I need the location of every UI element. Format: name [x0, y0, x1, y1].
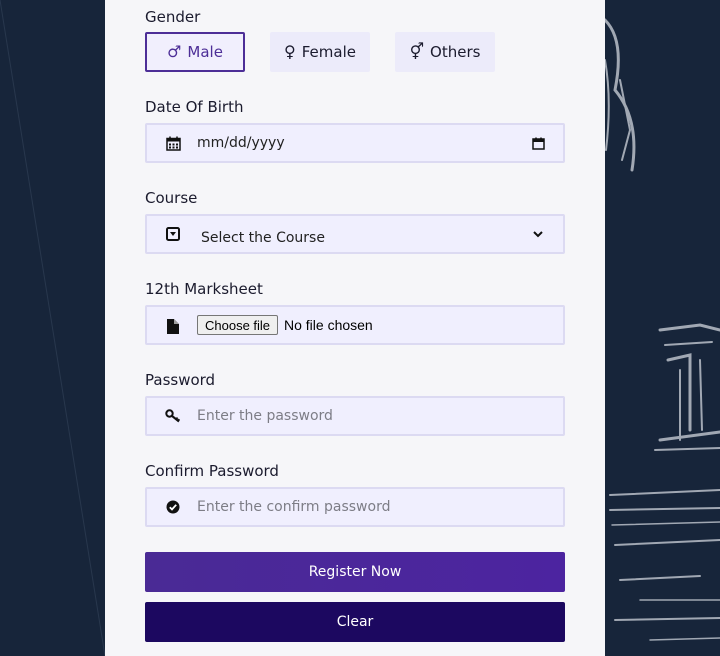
- dob-value: mm/dd/yyyy: [197, 135, 285, 151]
- marksheet-file-field: Choose file No file chosen: [145, 305, 565, 345]
- password-input[interactable]: Enter the password: [145, 396, 565, 436]
- register-now-button[interactable]: Register Now: [145, 552, 565, 592]
- confirm-password-placeholder: Enter the confirm password: [197, 499, 391, 515]
- key-icon: [165, 408, 181, 424]
- dob-input[interactable]: mm/dd/yyyy: [145, 123, 565, 163]
- gender-others-label: Others: [430, 43, 481, 61]
- gender-male-label: Male: [187, 43, 223, 61]
- dob-label: Date Of Birth: [145, 98, 244, 116]
- choose-file-button[interactable]: Choose file: [197, 315, 279, 335]
- gender-male-button[interactable]: ♂ Male: [145, 32, 245, 72]
- file-icon: [165, 318, 181, 334]
- password-placeholder: Enter the password: [197, 408, 333, 424]
- calendar-picker-icon[interactable]: [531, 136, 545, 150]
- file-status: No file chosen: [284, 317, 373, 333]
- marksheet-label: 12th Marksheet: [145, 280, 263, 298]
- chevron-down-icon: [531, 227, 545, 241]
- gender-female-label: Female: [301, 43, 356, 61]
- female-icon: ♀: [284, 42, 296, 61]
- transgender-icon: ⚥: [409, 42, 425, 61]
- course-label: Course: [145, 189, 198, 207]
- confirm-password-label: Confirm Password: [145, 462, 279, 480]
- male-icon: ♂: [167, 42, 182, 61]
- course-select[interactable]: Select the Course: [145, 214, 565, 254]
- registration-form: Gender ♂ Male ♀ Female ⚥ Others Date Of …: [105, 0, 605, 656]
- gender-label: Gender: [145, 8, 201, 26]
- clear-button[interactable]: Clear: [145, 602, 565, 642]
- gender-others-button[interactable]: ⚥ Others: [395, 32, 495, 72]
- password-label: Password: [145, 371, 216, 389]
- check-circle-icon: [165, 499, 181, 515]
- course-value: Select the Course: [201, 230, 325, 246]
- caret-square-down-icon: [165, 226, 181, 242]
- calendar-icon: [165, 135, 181, 151]
- confirm-password-input[interactable]: Enter the confirm password: [145, 487, 565, 527]
- gender-female-button[interactable]: ♀ Female: [270, 32, 370, 72]
